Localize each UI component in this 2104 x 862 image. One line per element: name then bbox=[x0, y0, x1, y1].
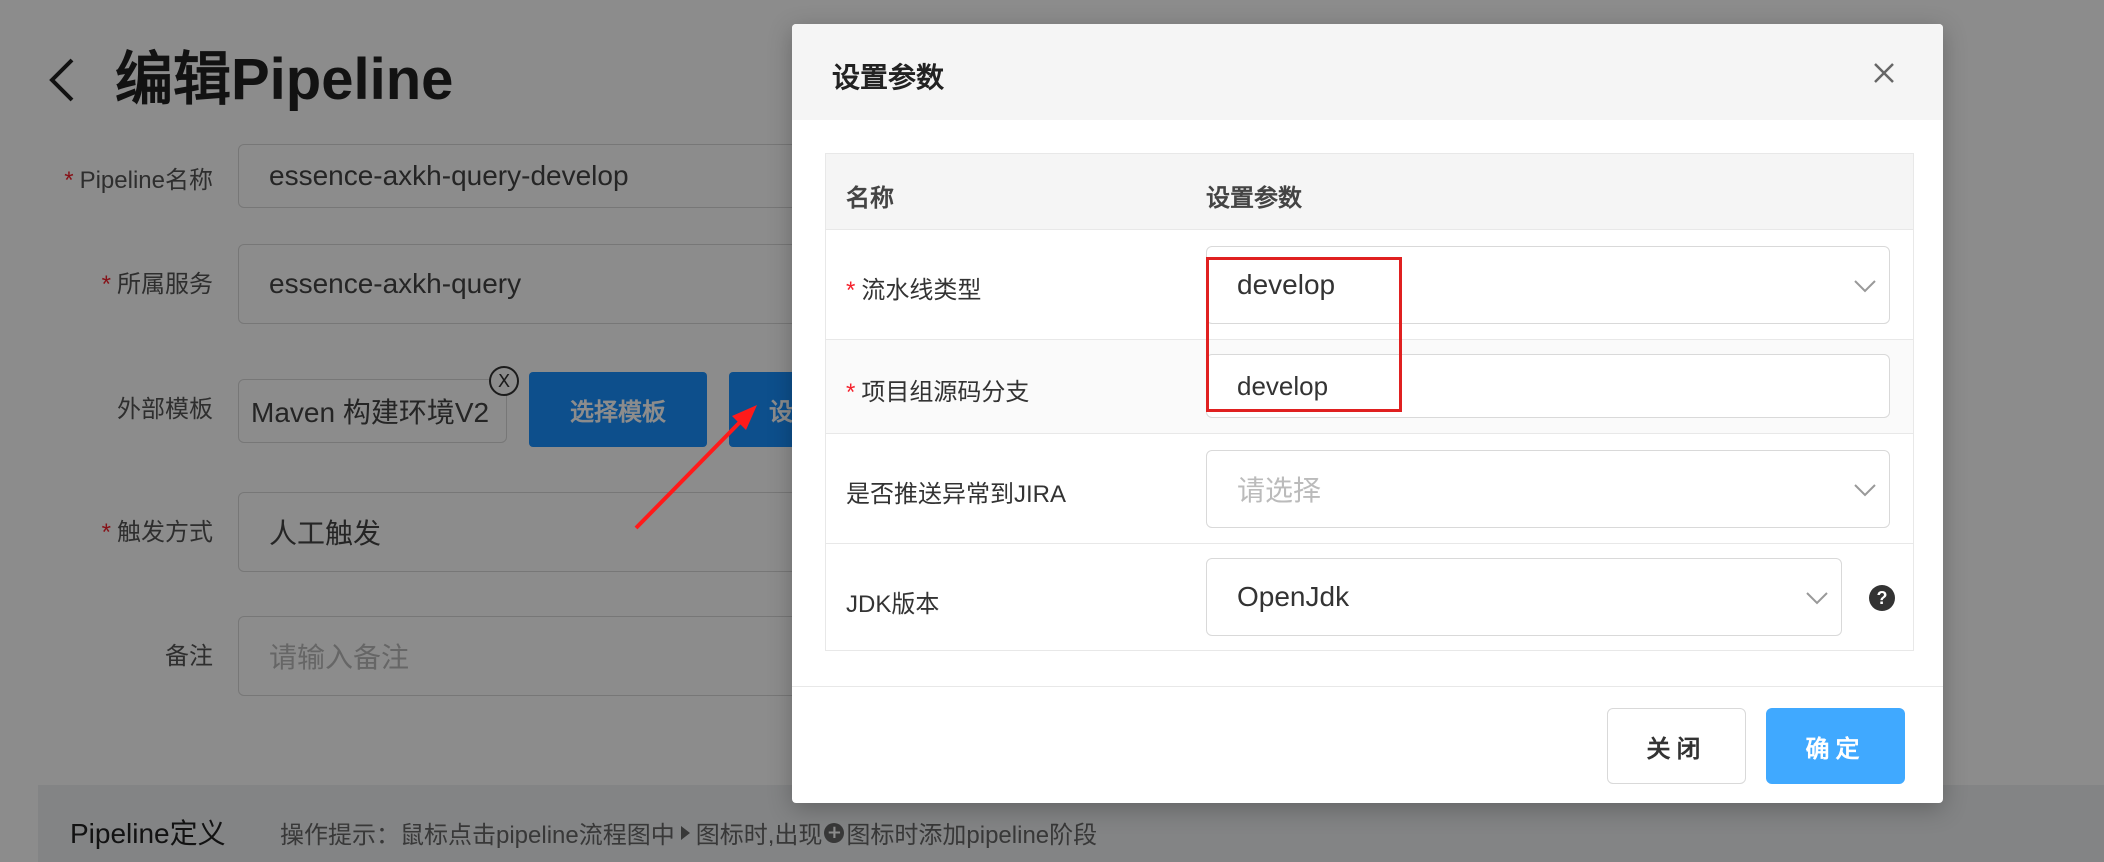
chevron-down-icon bbox=[1806, 592, 1828, 605]
row-label-source-branch: * 项目组源码分支 bbox=[846, 379, 1030, 406]
annotation-highlight-box bbox=[1206, 257, 1402, 412]
column-header-param: 设置参数 bbox=[1206, 185, 1302, 212]
footer-divider bbox=[792, 686, 1943, 687]
chevron-down-icon bbox=[1854, 484, 1876, 497]
dialog-title: 设置参数 bbox=[832, 62, 945, 93]
chevron-down-icon bbox=[1854, 280, 1876, 293]
help-icon[interactable]: ? bbox=[1869, 585, 1895, 611]
row-label-jira: 是否推送异常到JIRA bbox=[846, 481, 1067, 508]
jdk-version-select[interactable]: OpenJdk bbox=[1206, 558, 1842, 636]
close-button[interactable]: 关闭 bbox=[1607, 708, 1746, 784]
table-row: JDK版本 OpenJdk ? bbox=[826, 544, 1913, 650]
row-label-pipeline-type: * 流水线类型 bbox=[846, 277, 982, 304]
row-label-jdk: JDK版本 bbox=[846, 591, 940, 618]
confirm-button[interactable]: 确定 bbox=[1766, 708, 1905, 784]
close-icon[interactable] bbox=[1869, 58, 1899, 88]
set-params-dialog: 设置参数 名称 设置参数 * 流水线类型 develop * 项目组源码分支 dev… bbox=[792, 24, 1943, 803]
table-header: 名称 设置参数 bbox=[826, 154, 1913, 230]
dialog-header bbox=[792, 24, 1943, 120]
jira-push-select[interactable]: 请选择 bbox=[1206, 450, 1890, 528]
column-header-name: 名称 bbox=[846, 185, 894, 212]
table-row: 是否推送异常到JIRA 请选择 bbox=[826, 434, 1913, 544]
